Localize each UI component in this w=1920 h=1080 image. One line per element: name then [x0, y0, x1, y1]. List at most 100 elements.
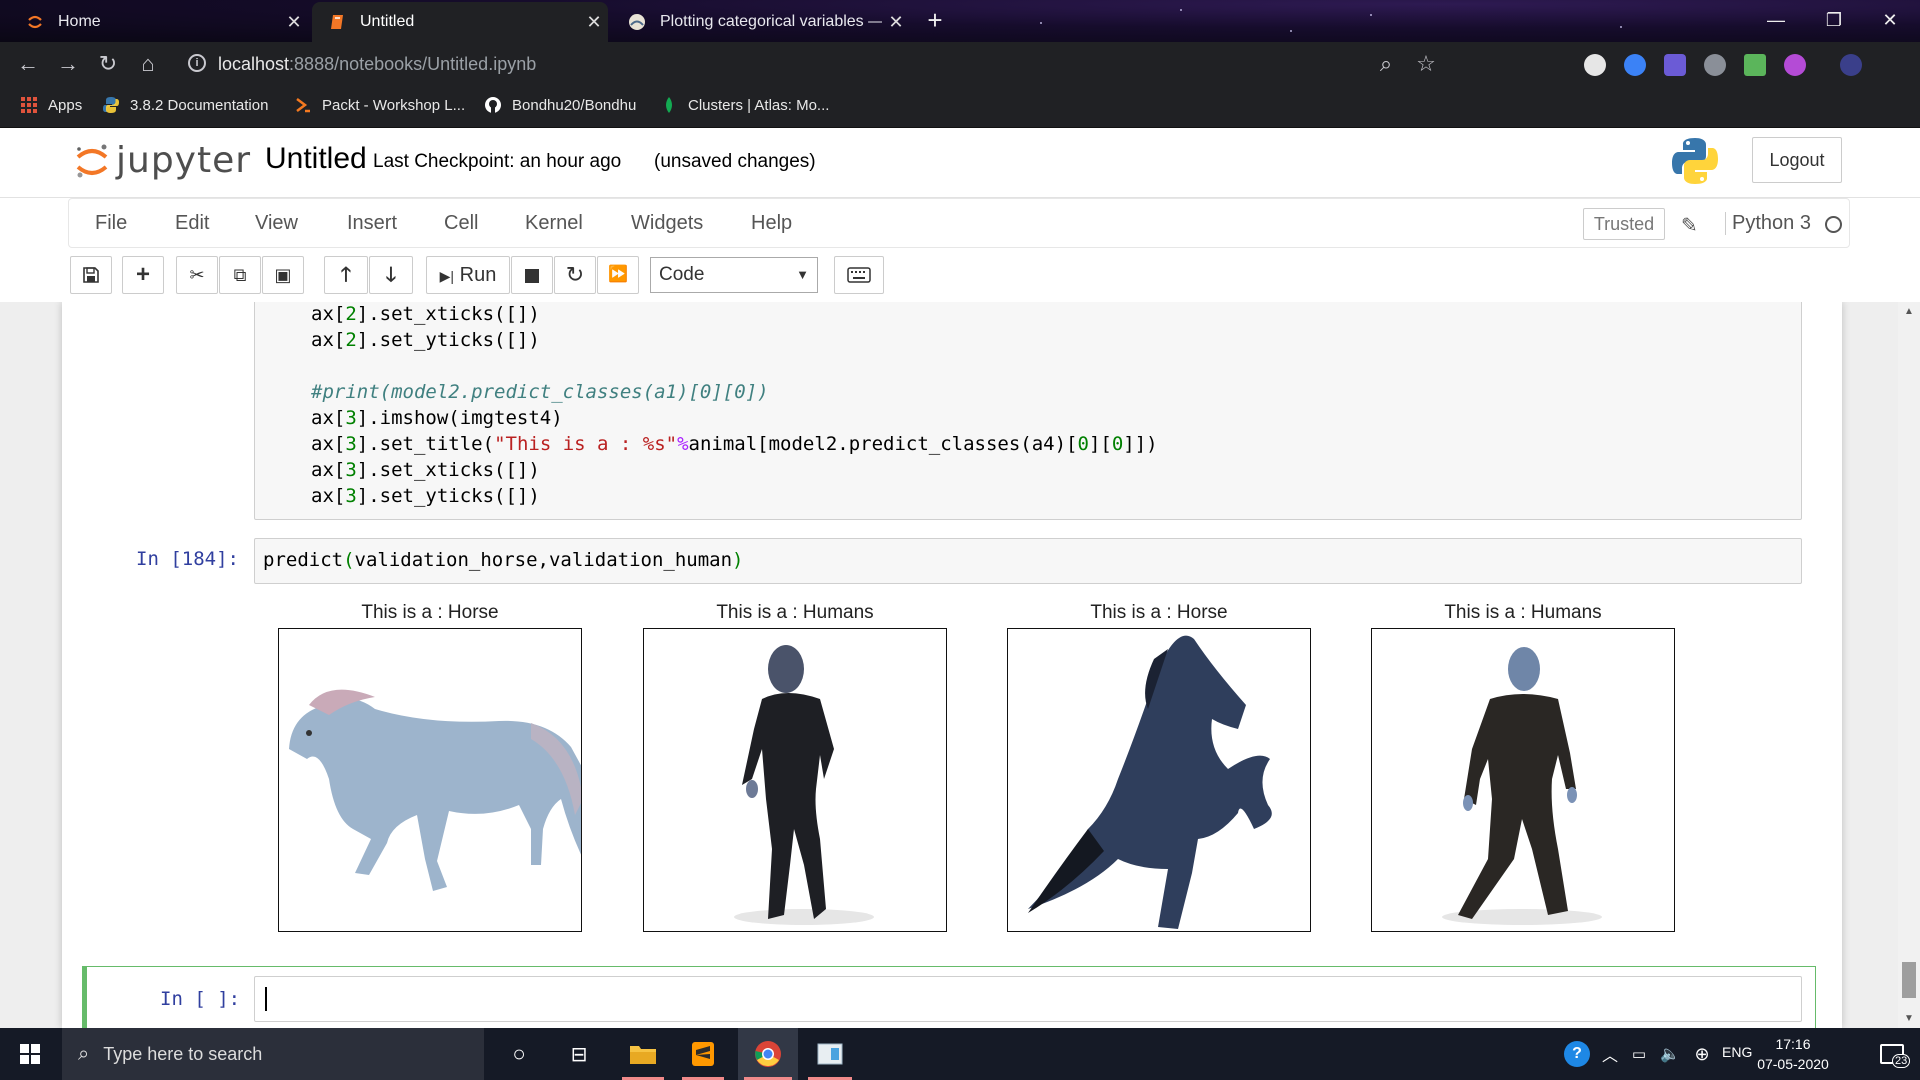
taskbar-file-explorer[interactable] — [616, 1028, 670, 1080]
bookmark-label: Packt - Workshop L... — [322, 96, 466, 114]
home-icon[interactable]: ⌂ — [134, 50, 162, 78]
show-hidden-icons[interactable]: ︿ — [1598, 1028, 1622, 1080]
code-cell-predict[interactable]: predict(validation_horse,validation_huma… — [254, 538, 1802, 584]
close-icon[interactable]: ✕ — [280, 12, 308, 33]
cortana-button[interactable]: ○ — [494, 1028, 544, 1080]
seaborn-favicon-icon — [629, 14, 645, 30]
menu-view[interactable]: View — [255, 212, 298, 235]
battery-icon[interactable]: ▭ — [1626, 1028, 1652, 1080]
restart-run-all-button[interactable]: ⏩ — [597, 256, 639, 294]
close-window-button[interactable]: ✕ — [1862, 4, 1918, 36]
notebook-title[interactable]: Untitled — [265, 142, 367, 176]
tab-untitled[interactable]: Untitled ✕ — [312, 2, 608, 42]
code-line: predict(validation_horse,validation_huma… — [263, 549, 744, 571]
profile-avatar[interactable] — [1840, 54, 1862, 76]
clock[interactable]: 17:16 07-05-2020 — [1750, 1034, 1836, 1074]
background-star — [1620, 26, 1622, 28]
trusted-button[interactable]: Trusted — [1583, 208, 1665, 240]
windows-logo-icon — [20, 1044, 40, 1064]
step-forward-icon: ▶| — [439, 268, 455, 284]
bookmark-packt[interactable]: Packt - Workshop L... — [294, 96, 465, 114]
extension-purple-icon[interactable] — [1784, 54, 1806, 76]
extension-cloud-icon[interactable] — [1704, 54, 1726, 76]
clock-date: 07-05-2020 — [1757, 1056, 1829, 1072]
subplot-title: This is a : Horse — [361, 602, 499, 623]
help-tray-icon[interactable]: ? — [1560, 1028, 1594, 1080]
bookmark-apps[interactable]: Apps — [20, 96, 82, 114]
back-icon[interactable]: ← — [14, 50, 42, 78]
paste-button[interactable]: ▣ — [262, 256, 304, 294]
jupyter-logo[interactable]: jupyter — [74, 140, 251, 181]
cell-type-select[interactable]: Code ▼ — [650, 257, 818, 293]
apps-grid-icon — [21, 97, 37, 113]
logout-button[interactable]: Logout — [1752, 137, 1842, 183]
extension-speed-icon[interactable] — [1584, 54, 1606, 76]
command-palette-button[interactable] — [834, 256, 884, 294]
task-view-icon: ⊟ — [570, 1043, 588, 1066]
scroll-up-icon[interactable]: ▲ — [1898, 306, 1920, 317]
paste-icon: ▣ — [274, 265, 292, 285]
extension-info-icon[interactable] — [1624, 54, 1646, 76]
taskbar-search[interactable]: ⌕ Type here to search — [62, 1028, 484, 1080]
taskbar-chrome[interactable] — [738, 1028, 798, 1080]
menu-widgets[interactable]: Widgets — [631, 212, 703, 235]
bookmark-python-docs[interactable]: 3.8.2 Documentation — [102, 96, 268, 114]
bookmark-label: Clusters | Atlas: Mo... — [688, 96, 830, 114]
extension-m-icon[interactable] — [1664, 54, 1686, 76]
bookmark-atlas[interactable]: Clusters | Atlas: Mo... — [660, 96, 829, 114]
volume-icon[interactable]: 🔈 — [1656, 1028, 1684, 1080]
menu-help[interactable]: Help — [751, 212, 792, 235]
code-cell-previous[interactable]: ax[2].set_xticks([]) ax[2].set_yticks([]… — [254, 302, 1802, 520]
minimize-button[interactable]: — — [1748, 4, 1804, 36]
zoom-icon[interactable]: ⌕ — [1372, 50, 1400, 78]
kernel-name[interactable]: Python 3 — [1725, 212, 1811, 235]
bookmark-github[interactable]: Bondhu20/Bondhu — [484, 96, 636, 114]
menu-file[interactable]: File — [95, 212, 127, 235]
reload-icon[interactable]: ↻ — [94, 50, 122, 78]
edit-pencil-icon[interactable]: ✎ — [1681, 213, 1698, 238]
start-button[interactable] — [0, 1028, 60, 1080]
interrupt-button[interactable] — [511, 256, 553, 294]
subplot-horse-1 — [278, 628, 582, 932]
close-icon[interactable]: ✕ — [580, 12, 608, 33]
input-language[interactable]: ENG — [1722, 1044, 1752, 1060]
restart-button[interactable]: ↻ — [554, 256, 596, 294]
insert-cell-button[interactable]: + — [122, 256, 164, 294]
subplot-title: This is a : Humans — [1444, 602, 1602, 623]
tab-label: Untitled — [360, 13, 415, 30]
save-button[interactable] — [70, 256, 112, 294]
menu-cell[interactable]: Cell — [444, 212, 478, 235]
tab-home[interactable]: Home ✕ — [10, 2, 308, 42]
page-scrollbar[interactable]: ▲ ▼ — [1898, 302, 1920, 1028]
forward-icon[interactable]: → — [54, 50, 82, 78]
scroll-thumb[interactable] — [1902, 962, 1916, 998]
run-button[interactable]: ▶| Run — [426, 256, 510, 294]
kernel-idle-indicator — [1825, 216, 1842, 233]
move-up-button[interactable]: 🡑 — [324, 256, 368, 294]
close-icon[interactable]: ✕ — [882, 12, 910, 33]
bookmark-star-icon[interactable]: ☆ — [1412, 50, 1440, 78]
new-tab-button[interactable]: + — [920, 6, 950, 36]
move-down-button[interactable]: 🡓 — [369, 256, 413, 294]
notifications-button[interactable]: 23 — [1864, 1028, 1920, 1080]
cell-type-value: Code — [659, 264, 705, 285]
restore-button[interactable]: ❐ — [1806, 4, 1862, 36]
taskbar-app[interactable] — [802, 1028, 858, 1080]
notebook-scroll-area[interactable]: ax[2].set_xticks([]) ax[2].set_yticks([]… — [0, 302, 1920, 1028]
copy-button[interactable]: ⧉ — [219, 256, 261, 294]
task-view-button[interactable]: ⊟ — [554, 1028, 604, 1080]
sublime-text-icon — [692, 1042, 714, 1066]
cut-button[interactable]: ✂ — [176, 256, 218, 294]
code-editor-empty[interactable] — [254, 976, 1802, 1022]
bookmark-label: Apps — [48, 96, 83, 114]
extension-pen-icon[interactable] — [1744, 54, 1766, 76]
site-info-icon[interactable]: i — [188, 54, 206, 72]
taskbar-sublime[interactable] — [676, 1028, 730, 1080]
menu-insert[interactable]: Insert — [347, 212, 397, 235]
tab-plotting[interactable]: Plotting categorical variables — ✕ — [612, 2, 910, 42]
scroll-down-icon[interactable]: ▼ — [1898, 1013, 1920, 1024]
menu-edit[interactable]: Edit — [175, 212, 209, 235]
network-globe-icon[interactable]: ⊕ — [1688, 1028, 1716, 1080]
menu-kernel[interactable]: Kernel — [525, 212, 583, 235]
url-field[interactable]: i localhost:8888/notebooks/Untitled.ipyn… — [178, 48, 1436, 80]
